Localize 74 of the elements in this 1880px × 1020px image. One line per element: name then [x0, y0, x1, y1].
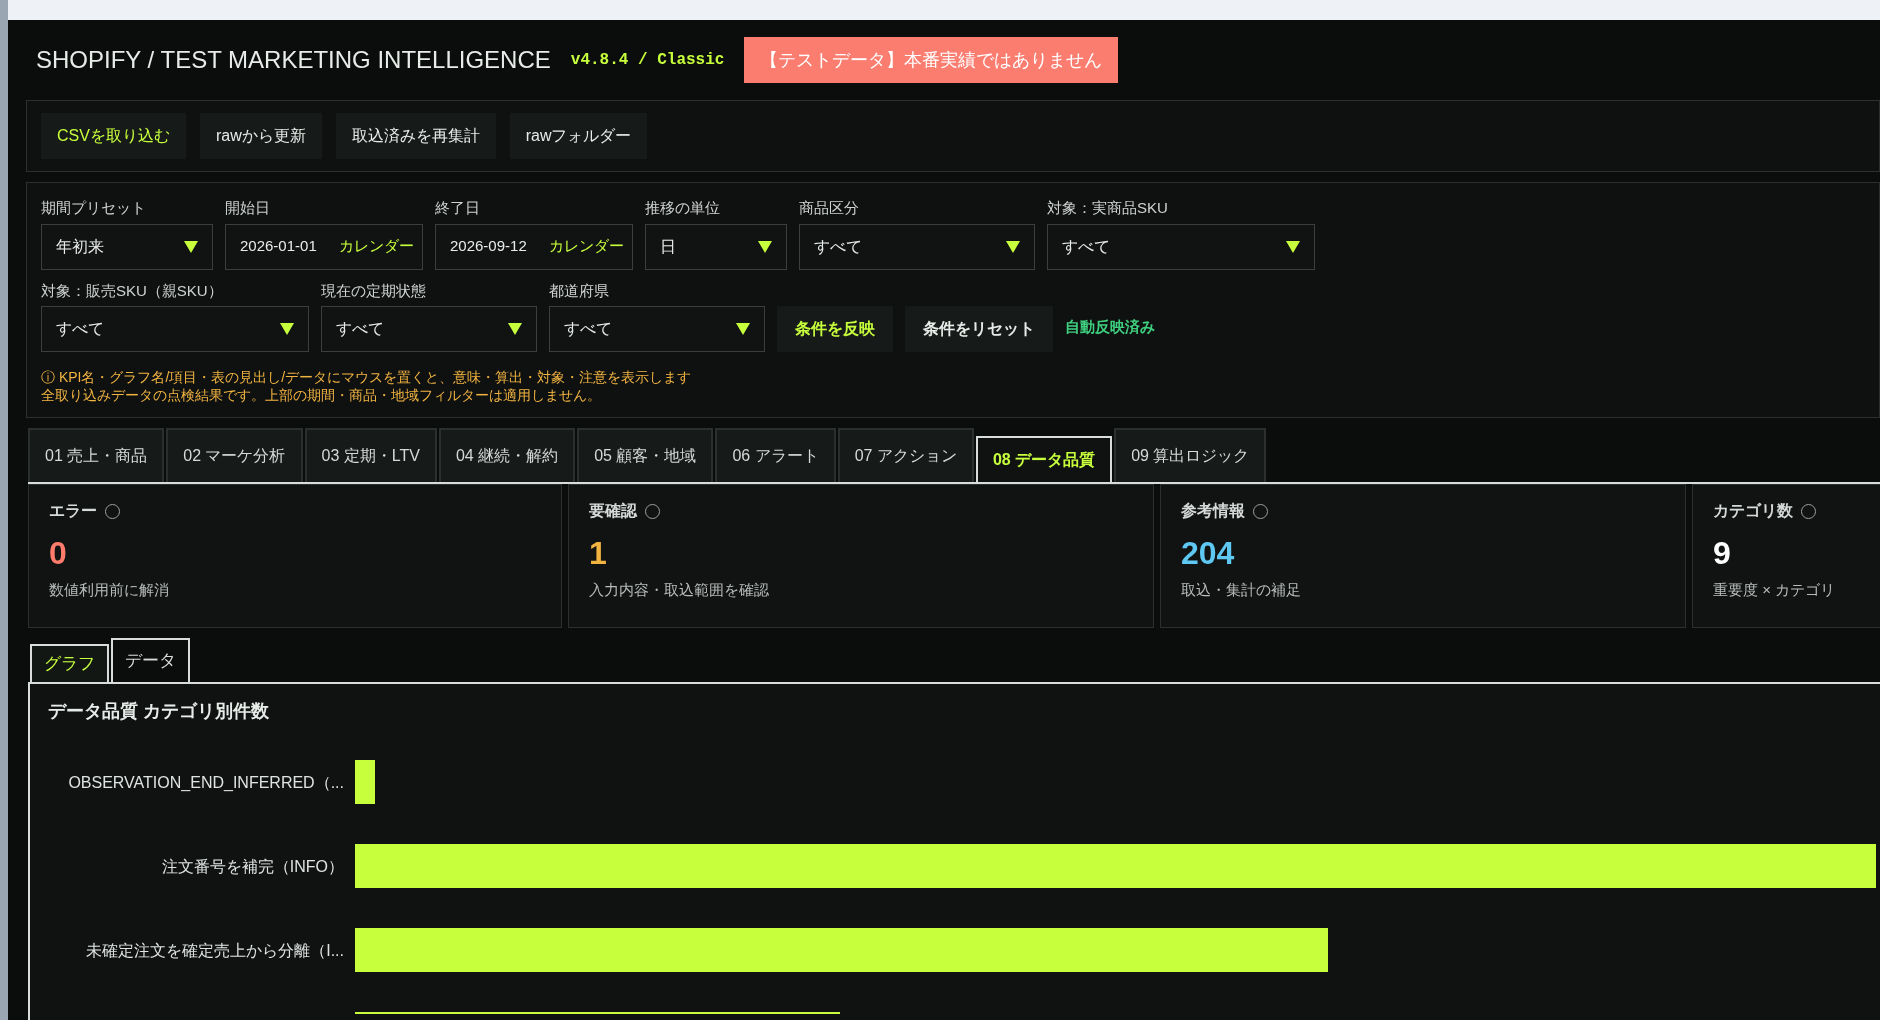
filter-action-button[interactable]: 条件を反映 — [777, 306, 893, 352]
kpi-note: 重要度 × カテゴリ — [1713, 580, 1837, 600]
tab[interactable]: 03 定期・LTV — [304, 428, 437, 482]
filter-label: 現在の定期状態 — [321, 280, 427, 301]
toolbar-button[interactable]: CSVを取り込む — [41, 113, 186, 159]
caret-icon — [280, 323, 294, 335]
view-tab[interactable]: グラフ — [30, 644, 109, 682]
tab[interactable]: 09 算出ロジック — [1114, 428, 1267, 482]
filter-label: 期間プリセット — [41, 198, 147, 218]
help-note: ⓘ KPI名・グラフ名/項目・表の見出し/データにマウスを置くと、意味・算出・対象・注意を表示します — [41, 368, 693, 386]
date-field[interactable]: 2026-01-01 — [240, 235, 317, 258]
caret-icon — [736, 323, 750, 335]
toolbar-button[interactable]: rawから更新 — [199, 113, 322, 159]
kpi-value: 9 — [1713, 534, 1732, 573]
caret-icon — [1006, 240, 1020, 253]
filter-label: 開始日 — [225, 198, 271, 218]
filter-label: 対象：実商品SKU — [1047, 198, 1169, 218]
bar — [355, 760, 375, 804]
kpi-label: エラー — [49, 501, 97, 521]
filter-label: 商品区分 — [799, 198, 860, 218]
dropdown-value: 年初来 — [56, 236, 104, 257]
bar-label: OBSERVATION_END_INFERRED（... — [68, 774, 344, 791]
dropdown[interactable]: すべて — [549, 306, 765, 352]
kpi-label: 参考情報 — [1181, 501, 1245, 521]
dropdown[interactable]: すべて — [799, 223, 1035, 270]
auto-apply-status: 自動反映済み — [1065, 316, 1155, 337]
filter-label: 都道府県 — [549, 280, 610, 301]
tab[interactable]: 07 アクション — [837, 428, 974, 482]
dropdown-value: すべて — [56, 319, 104, 339]
bar-label: 注文番号を補完（INFO） — [161, 858, 344, 875]
help-note: 全取り込みデータの点検結果です。上部の期間・商品・地域フィルターは適用しません。 — [41, 386, 602, 404]
kpi-value: 204 — [1181, 534, 1236, 573]
app-title: SHOPIFY / TEST MARKETING INTELLIGENCE — [36, 45, 551, 75]
dropdown-value: すべて — [336, 319, 384, 339]
dropdown[interactable]: 年初来 — [41, 223, 213, 270]
test-data-badge: 【テストデータ】本番実績ではありません — [744, 37, 1119, 83]
date-field[interactable]: 2026-09-12 — [450, 235, 527, 258]
view-tab[interactable]: データ — [111, 638, 190, 682]
dropdown-value: すべて — [814, 236, 862, 257]
dropdown-value: すべて — [1062, 236, 1110, 257]
kpi-label: 要確認 — [589, 501, 637, 521]
calendar-button[interactable]: カレンダー — [549, 235, 624, 258]
calendar-button[interactable]: カレンダー — [339, 235, 414, 258]
toolbar-button[interactable]: rawフォルダー — [509, 113, 648, 159]
tab[interactable]: 04 継続・解約 — [438, 428, 576, 482]
kpi-note: 取込・集計の補足 — [1181, 580, 1302, 600]
tab[interactable]: 01 売上・商品 — [28, 428, 165, 482]
dropdown[interactable]: すべて — [41, 306, 309, 352]
caret-icon — [1286, 240, 1300, 253]
toolbar-button[interactable]: 取込済みを再集計 — [335, 113, 496, 159]
dropdown[interactable]: すべて — [321, 306, 537, 352]
version-label: v4.8.4 / Classic — [570, 50, 725, 71]
dropdown-value: 日 — [660, 236, 676, 257]
tab[interactable]: 05 顧客・地域 — [577, 428, 714, 482]
tab[interactable]: 06 アラート — [715, 428, 836, 482]
filter-label: 推移の単位 — [645, 198, 721, 218]
tab[interactable]: 08 データ品質 — [975, 436, 1113, 482]
caret-icon — [508, 323, 522, 335]
chart-title: データ品質 カテゴリ別件数 — [48, 700, 269, 723]
filter-label: 終了日 — [435, 198, 481, 218]
kpi-value: 1 — [589, 534, 608, 573]
dropdown[interactable]: 日 — [645, 223, 787, 270]
kpi-value: 0 — [49, 534, 68, 573]
filter-action-button[interactable]: 条件をリセット — [905, 306, 1053, 352]
dropdown-value: すべて — [564, 319, 612, 339]
tab[interactable]: 02 マーケ分析 — [166, 428, 303, 482]
bar-label: 未確定注文を確定売上から分離（I... — [86, 942, 344, 959]
caret-icon — [758, 240, 772, 253]
kpi-label: カテゴリ数 — [1713, 501, 1793, 521]
kpi-note: 入力内容・取込範囲を確認 — [589, 580, 770, 600]
kpi-note: 数値利用前に解消 — [49, 580, 170, 600]
dropdown[interactable]: すべて — [1047, 223, 1315, 270]
filter-label: 対象：販売SKU（親SKU） — [41, 280, 224, 301]
caret-icon — [184, 240, 198, 253]
